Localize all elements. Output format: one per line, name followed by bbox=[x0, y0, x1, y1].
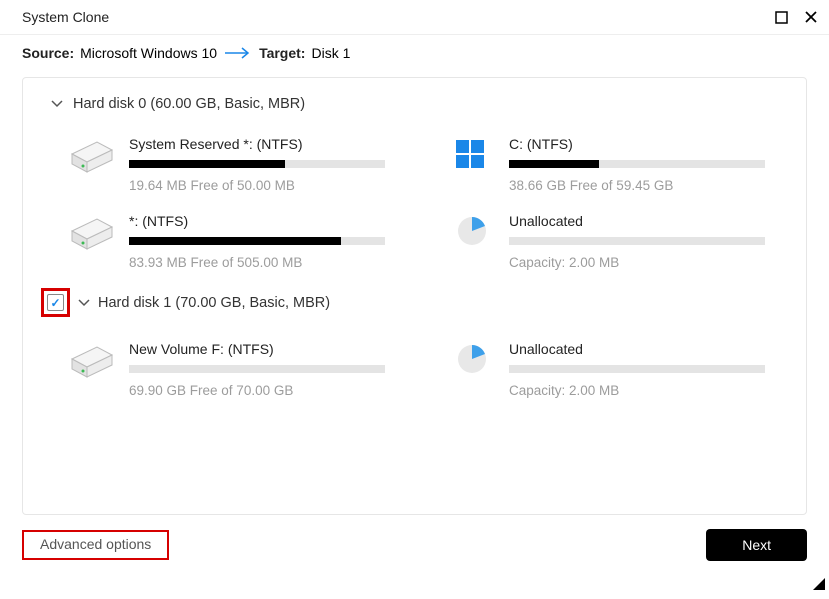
usage-bar bbox=[129, 365, 385, 373]
partition-info: *: (NTFS) 83.93 MB Free of 505.00 MB bbox=[129, 213, 397, 270]
partition-info: Unallocated Capacity: 2.00 MB bbox=[509, 213, 777, 270]
partition-item[interactable]: System Reserved *: (NTFS) 19.64 MB Free … bbox=[67, 136, 397, 193]
disk-1-checkbox[interactable] bbox=[47, 294, 64, 311]
pie-chart-icon bbox=[447, 213, 497, 253]
partition-name: Unallocated bbox=[509, 213, 777, 229]
partition-info: New Volume F: (NTFS) 69.90 GB Free of 70… bbox=[129, 341, 397, 398]
window-title: System Clone bbox=[22, 9, 109, 25]
maximize-icon[interactable] bbox=[773, 9, 789, 25]
usage-bar bbox=[509, 160, 765, 168]
partition-free-text: 69.90 GB Free of 70.00 GB bbox=[129, 383, 397, 398]
partition-item[interactable]: C: (NTFS) 38.66 GB Free of 59.45 GB bbox=[447, 136, 777, 193]
partition-free-text: Capacity: 2.00 MB bbox=[509, 255, 777, 270]
partition-free-text: 19.64 MB Free of 50.00 MB bbox=[129, 178, 397, 193]
partition-name: New Volume F: (NTFS) bbox=[129, 341, 397, 357]
disk-panel: Hard disk 0 (60.00 GB, Basic, MBR) Syste… bbox=[22, 77, 807, 515]
source-target-header: Source: Microsoft Windows 10 Target: Dis… bbox=[0, 35, 829, 77]
titlebar: System Clone bbox=[0, 0, 829, 34]
windows-logo-icon bbox=[447, 136, 497, 176]
disk-1-header[interactable]: Hard disk 1 (70.00 GB, Basic, MBR) bbox=[43, 288, 786, 317]
partition-info: C: (NTFS) 38.66 GB Free of 59.45 GB bbox=[509, 136, 777, 193]
next-button[interactable]: Next bbox=[706, 529, 807, 561]
checkbox-highlight bbox=[41, 288, 70, 317]
usage-bar bbox=[129, 237, 385, 245]
partition-free-text: 83.93 MB Free of 505.00 MB bbox=[129, 255, 397, 270]
partition-item[interactable]: New Volume F: (NTFS) 69.90 GB Free of 70… bbox=[67, 341, 397, 398]
source-value: Microsoft Windows 10 bbox=[80, 45, 217, 61]
arrow-right-icon bbox=[225, 47, 251, 59]
window-controls bbox=[773, 9, 819, 25]
disk-1-label: Hard disk 1 (70.00 GB, Basic, MBR) bbox=[98, 295, 330, 311]
partition-free-text: 38.66 GB Free of 59.45 GB bbox=[509, 178, 777, 193]
advanced-options-link[interactable]: Advanced options bbox=[40, 536, 151, 552]
disk-0-label: Hard disk 0 (60.00 GB, Basic, MBR) bbox=[73, 96, 305, 112]
usage-bar bbox=[509, 237, 765, 245]
disk-icon bbox=[67, 136, 117, 176]
close-icon[interactable] bbox=[803, 9, 819, 25]
partition-item[interactable]: Unallocated Capacity: 2.00 MB bbox=[447, 213, 777, 270]
partition-name: System Reserved *: (NTFS) bbox=[129, 136, 397, 152]
target-value: Disk 1 bbox=[311, 45, 350, 61]
disk-icon bbox=[67, 213, 117, 253]
partition-name: *: (NTFS) bbox=[129, 213, 397, 229]
disk-0-partitions: System Reserved *: (NTFS) 19.64 MB Free … bbox=[43, 112, 786, 288]
pie-chart-icon bbox=[447, 341, 497, 381]
partition-item[interactable]: *: (NTFS) 83.93 MB Free of 505.00 MB bbox=[67, 213, 397, 270]
footer: Advanced options Next bbox=[0, 515, 829, 561]
partition-info: System Reserved *: (NTFS) 19.64 MB Free … bbox=[129, 136, 397, 193]
partition-free-text: Capacity: 2.00 MB bbox=[509, 383, 777, 398]
chevron-down-icon bbox=[78, 295, 90, 311]
source-label: Source: bbox=[22, 45, 74, 61]
partition-item[interactable]: Unallocated Capacity: 2.00 MB bbox=[447, 341, 777, 398]
usage-bar bbox=[129, 160, 385, 168]
resize-grip-icon[interactable] bbox=[813, 577, 825, 595]
disk-0-header[interactable]: Hard disk 0 (60.00 GB, Basic, MBR) bbox=[43, 96, 786, 112]
partition-info: Unallocated Capacity: 2.00 MB bbox=[509, 341, 777, 398]
usage-bar bbox=[509, 365, 765, 373]
advanced-options-highlight: Advanced options bbox=[22, 530, 169, 560]
target-label: Target: bbox=[259, 45, 305, 61]
partition-name: C: (NTFS) bbox=[509, 136, 777, 152]
disk-icon bbox=[67, 341, 117, 381]
chevron-down-icon bbox=[51, 96, 63, 112]
partition-name: Unallocated bbox=[509, 341, 777, 357]
disk-1-partitions: New Volume F: (NTFS) 69.90 GB Free of 70… bbox=[43, 317, 786, 416]
